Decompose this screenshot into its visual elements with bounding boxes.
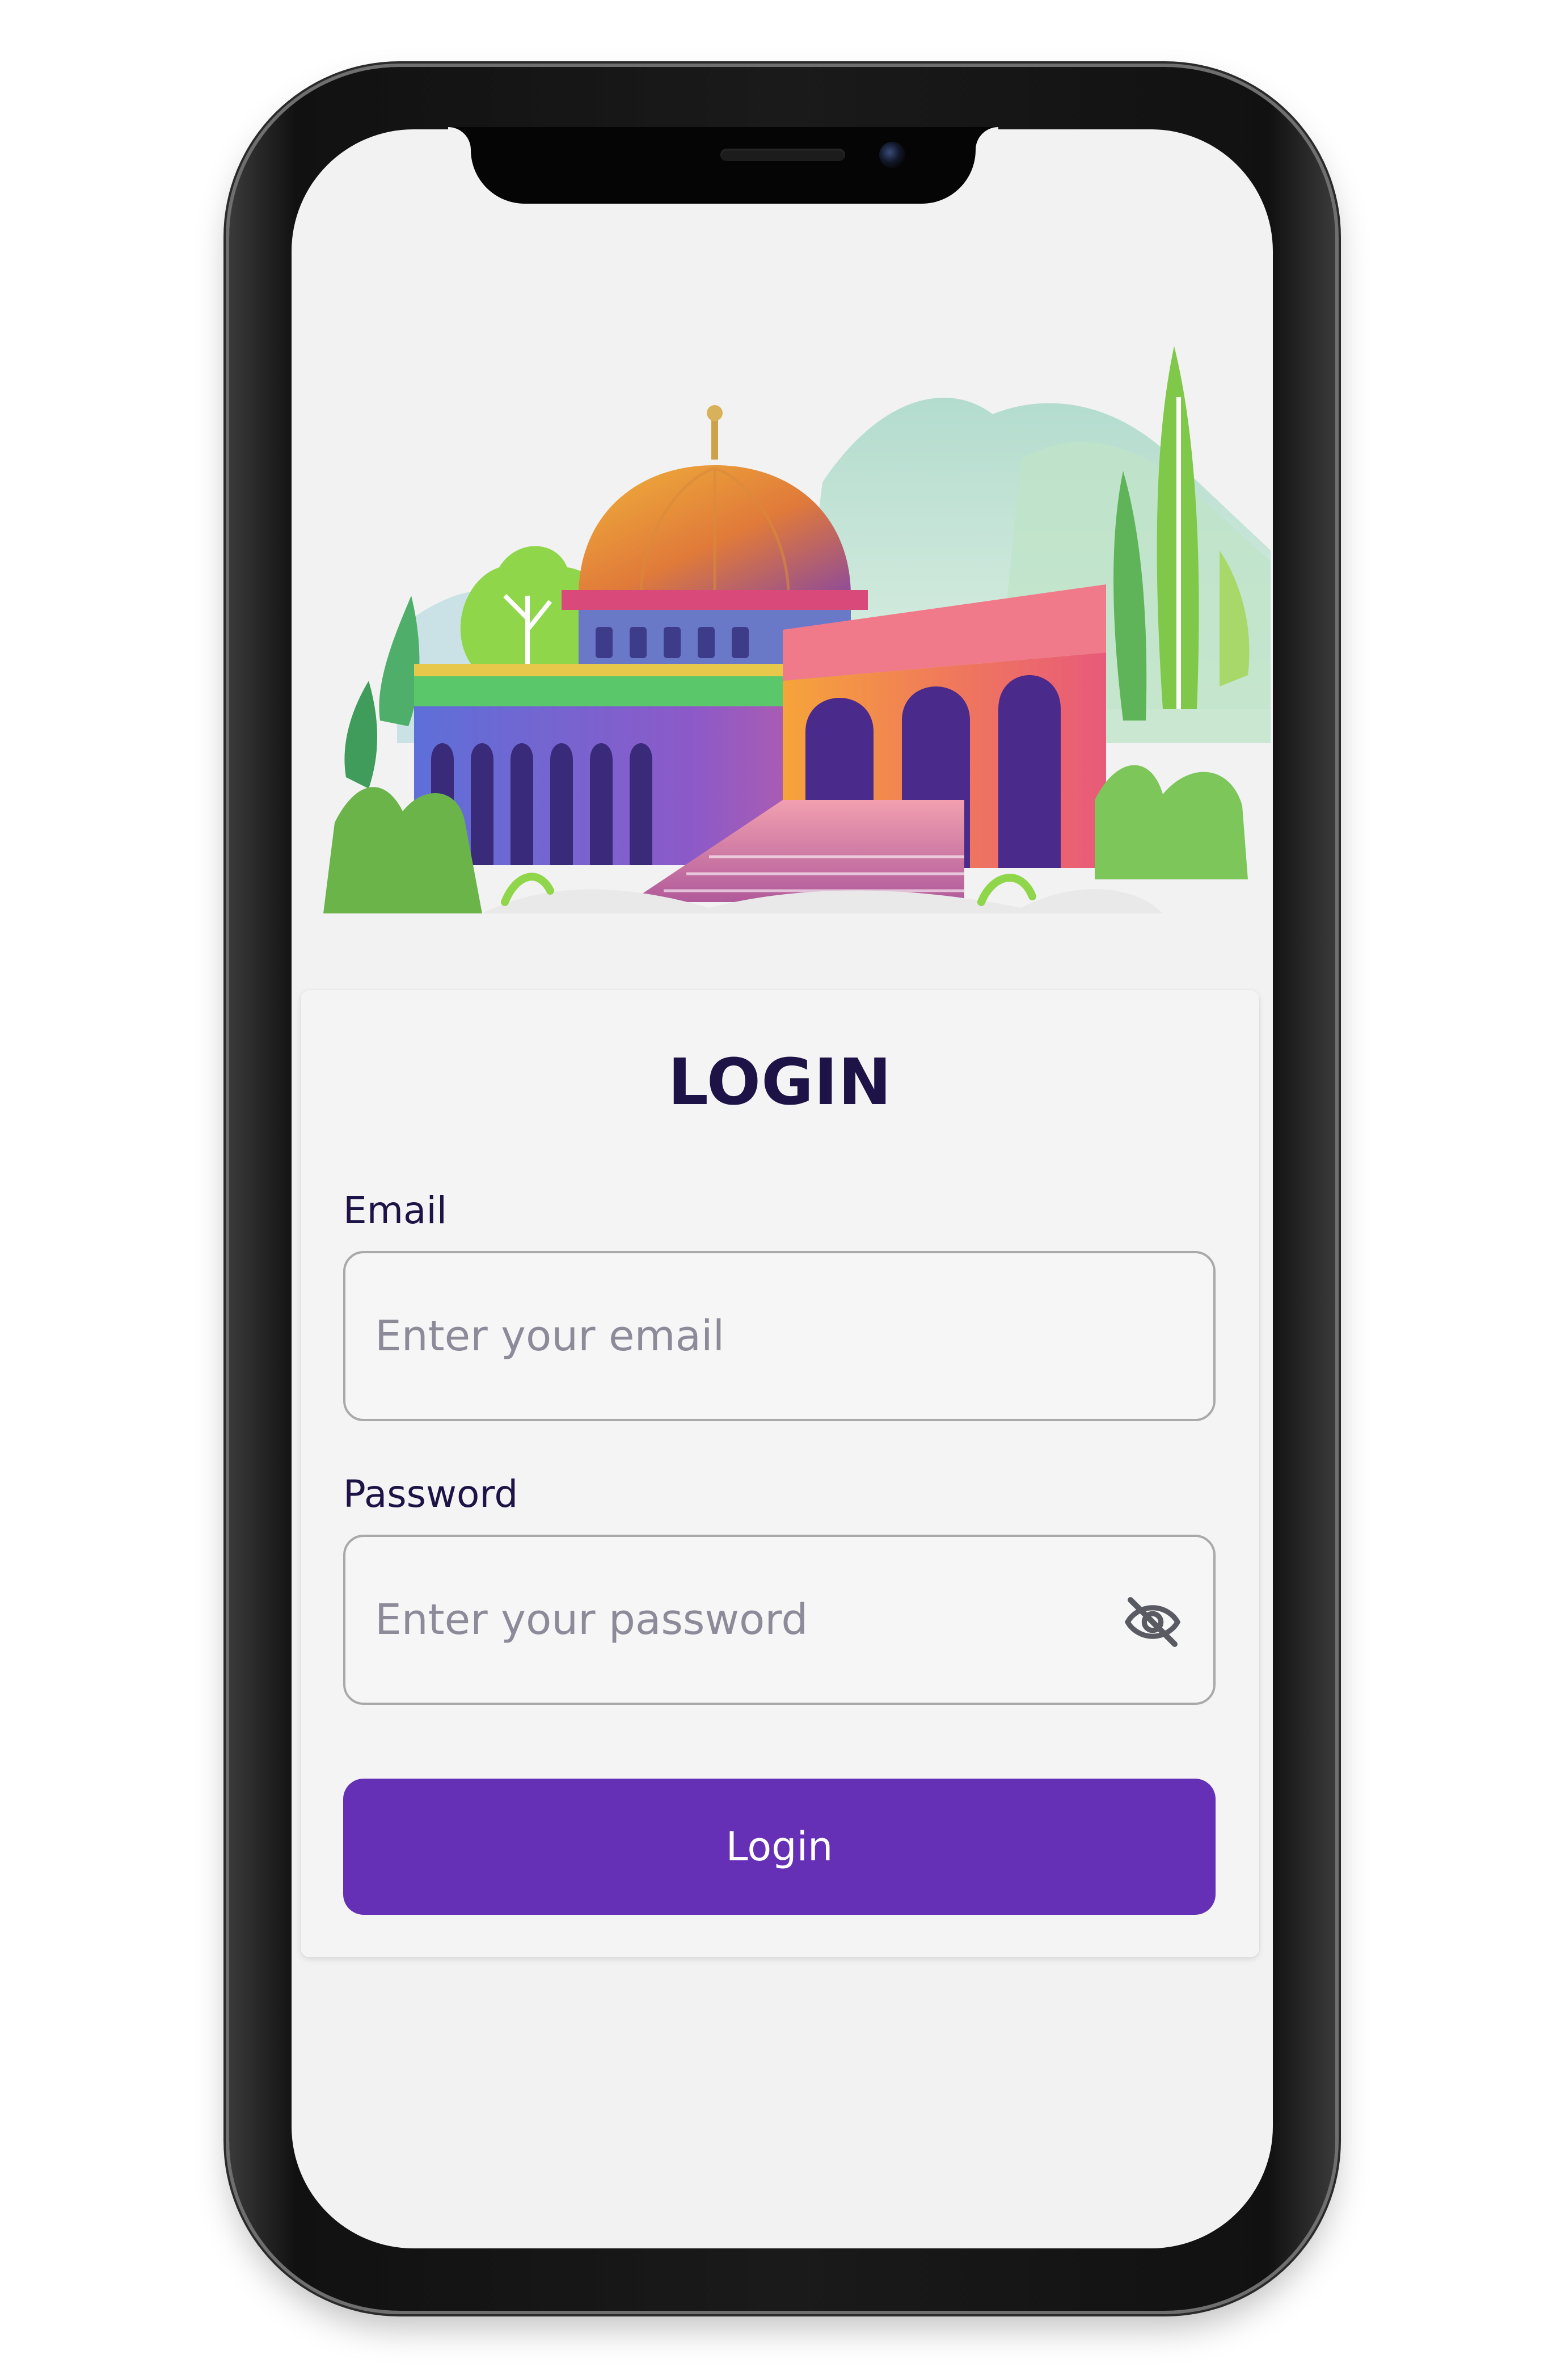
- login-title: LOGIN: [668, 1046, 892, 1119]
- earpiece-speaker: [720, 149, 845, 161]
- password-input-box[interactable]: [343, 1535, 1216, 1705]
- email-label: Email: [343, 1189, 448, 1232]
- email-input-box[interactable]: [343, 1251, 1216, 1421]
- mosque-illustration: [323, 346, 1271, 913]
- email-input[interactable]: [375, 1253, 1112, 1419]
- login-button[interactable]: Login: [343, 1779, 1216, 1915]
- password-label: Password: [343, 1472, 518, 1516]
- front-camera: [879, 142, 905, 168]
- login-card: LOGIN Email Password Login: [301, 990, 1259, 1957]
- eye-off-icon[interactable]: [1121, 1591, 1184, 1653]
- password-input[interactable]: [375, 1537, 1112, 1703]
